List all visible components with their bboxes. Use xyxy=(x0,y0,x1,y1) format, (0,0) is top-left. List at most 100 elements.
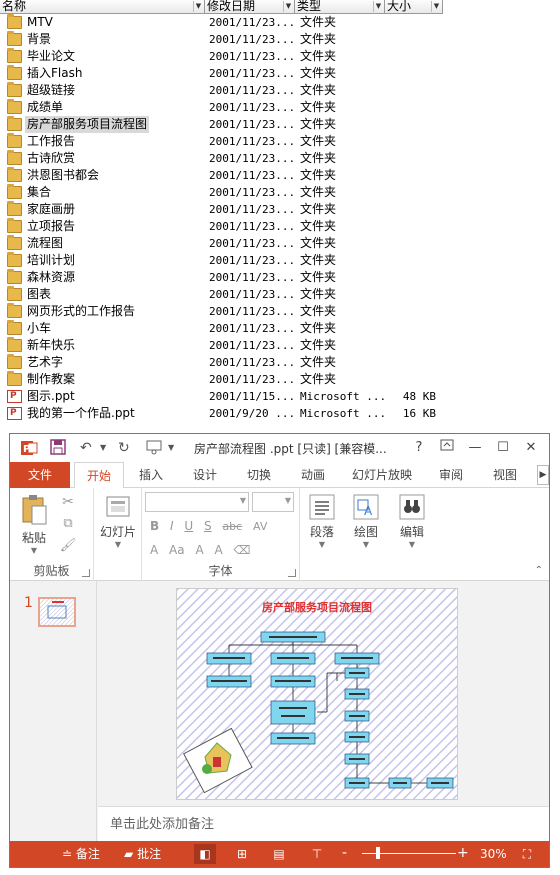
chevron-right-icon[interactable]: ▶ xyxy=(537,465,549,485)
undo-icon[interactable]: ↶ xyxy=(80,439,98,457)
start-slideshow-icon[interactable] xyxy=(146,439,166,457)
column-name[interactable]: 名称 ▼ xyxy=(0,0,205,14)
font-color-button[interactable]: A xyxy=(150,543,158,557)
shadow-button[interactable]: S xyxy=(204,519,212,533)
customize-qat-icon[interactable]: ▼ xyxy=(168,439,178,457)
chevron-down-icon[interactable]: ▼ xyxy=(18,546,50,555)
list-item[interactable]: 网页形式的工作报告 2001/11/23... 文件夹 xyxy=(0,303,560,320)
zoom-in-button[interactable]: + xyxy=(457,845,469,861)
character-spacing-button[interactable]: AV xyxy=(253,520,267,533)
list-item[interactable]: 古诗欣赏 2001/11/23... 文件夹 xyxy=(0,150,560,167)
chevron-down-icon[interactable]: ▼ xyxy=(431,1,441,12)
list-item[interactable]: 新年快乐 2001/11/23... 文件夹 xyxy=(0,337,560,354)
list-item[interactable]: 背景 2001/11/23... 文件夹 xyxy=(0,31,560,48)
tab-transitions[interactable]: 切换 xyxy=(238,462,280,488)
font-size-combo[interactable]: ▼ xyxy=(252,492,294,512)
chevron-down-icon[interactable]: ▼ xyxy=(394,540,430,549)
bold-button[interactable]: B xyxy=(150,519,159,533)
list-item[interactable]: 工作报告 2001/11/23... 文件夹 xyxy=(0,133,560,150)
font-group-label: 字体 xyxy=(208,564,233,578)
copy-icon[interactable]: ⧉ xyxy=(58,516,78,531)
editing-button[interactable]: 编辑 ▼ xyxy=(394,494,430,549)
restore-button[interactable]: ☐ xyxy=(494,439,512,457)
list-item[interactable]: 集合 2001/11/23... 文件夹 xyxy=(0,184,560,201)
list-item[interactable]: 小车 2001/11/23... 文件夹 xyxy=(0,320,560,337)
chevron-down-icon[interactable]: ▼ xyxy=(285,496,291,505)
list-item[interactable]: 成绩单 2001/11/23... 文件夹 xyxy=(0,99,560,116)
list-item[interactable]: 插入Flash 2001/11/23... 文件夹 xyxy=(0,65,560,82)
list-item[interactable]: 家庭画册 2001/11/23... 文件夹 xyxy=(0,201,560,218)
chevron-down-icon[interactable]: ▼ xyxy=(373,1,383,12)
file-type: 文件夹 xyxy=(300,338,337,352)
list-item[interactable]: 超级链接 2001/11/23... 文件夹 xyxy=(0,82,560,99)
notes-toggle[interactable]: ≐ 备注 xyxy=(62,846,100,862)
format-painter-icon[interactable]: 🖌 xyxy=(58,538,78,553)
chevron-down-icon[interactable]: ▼ xyxy=(304,540,340,549)
ribbon-display-options-icon[interactable] xyxy=(438,439,456,457)
list-item[interactable]: 毕业论文 2001/11/23... 文件夹 xyxy=(0,48,560,65)
zoom-level[interactable]: 30% xyxy=(480,846,507,862)
list-item[interactable]: 培训计划 2001/11/23... 文件夹 xyxy=(0,252,560,269)
chevron-down-icon[interactable]: ▼ xyxy=(98,540,138,549)
list-item[interactable]: 洪恩图书都会 2001/11/23... 文件夹 xyxy=(0,167,560,184)
help-button[interactable]: ? xyxy=(410,439,428,457)
column-type[interactable]: 类型 ▼ xyxy=(295,0,385,14)
redo-icon[interactable]: ↻ xyxy=(118,439,136,457)
clear-formatting-icon[interactable]: ⌫ xyxy=(234,543,251,557)
collapse-ribbon-icon[interactable]: ⌃ xyxy=(535,565,543,576)
tab-review[interactable]: 审阅 xyxy=(430,462,472,488)
close-button[interactable]: ✕ xyxy=(522,439,540,457)
underline-button[interactable]: U xyxy=(184,519,193,533)
tab-home[interactable]: 开始 xyxy=(74,462,124,489)
slide-canvas[interactable]: 房产部服务项目流程图 xyxy=(176,588,458,800)
list-item[interactable]: 制作教案 2001/11/23... 文件夹 xyxy=(0,371,560,388)
save-icon[interactable] xyxy=(50,439,68,457)
zoom-out-button[interactable]: - xyxy=(342,845,347,861)
tab-insert[interactable]: 插入 xyxy=(130,462,172,488)
slideshow-view-icon[interactable]: ⊤ xyxy=(306,844,328,864)
tab-design[interactable]: 设计 xyxy=(184,462,226,488)
list-item[interactable]: 图表 2001/11/23... 文件夹 xyxy=(0,286,560,303)
zoom-slider-knob[interactable] xyxy=(376,847,380,859)
strikethrough-button[interactable]: abc xyxy=(222,520,242,533)
list-item[interactable]: 流程图 2001/11/23... 文件夹 xyxy=(0,235,560,252)
list-item[interactable]: 艺术字 2001/11/23... 文件夹 xyxy=(0,354,560,371)
normal-view-icon[interactable]: ◧ xyxy=(194,844,216,864)
paste-button[interactable]: 粘贴 ▼ xyxy=(18,494,50,555)
tab-slideshow[interactable]: 幻灯片放映 xyxy=(344,462,420,488)
slide-sorter-icon[interactable]: ⊞ xyxy=(231,844,253,864)
tab-view[interactable]: 视图 xyxy=(484,462,526,488)
column-size[interactable]: 大小 ▼ xyxy=(385,0,443,14)
reading-view-icon[interactable]: ▤ xyxy=(268,844,290,864)
chevron-down-icon[interactable]: ▼ xyxy=(100,439,110,457)
decrease-font-button[interactable]: A xyxy=(214,543,222,557)
italic-button[interactable]: I xyxy=(170,519,174,533)
paragraph-button[interactable]: 段落 ▼ xyxy=(304,494,340,549)
column-modified[interactable]: 修改日期 ▼ xyxy=(205,0,295,14)
comments-toggle[interactable]: ▰ 批注 xyxy=(124,846,161,862)
drawing-button[interactable]: A 绘图 ▼ xyxy=(348,494,384,549)
tab-file[interactable]: 文件 xyxy=(10,462,70,488)
new-slide-button[interactable]: 幻灯片 ▼ xyxy=(98,494,138,549)
chevron-down-icon[interactable]: ▼ xyxy=(193,1,203,12)
change-case-button[interactable]: Aa xyxy=(169,543,185,557)
list-item[interactable]: 房产部服务项目流程图 2001/11/23... 文件夹 xyxy=(0,116,560,133)
list-item[interactable]: 森林资源 2001/11/23... 文件夹 xyxy=(0,269,560,286)
dialog-launcher-icon[interactable] xyxy=(82,569,90,577)
slide-thumbnail[interactable] xyxy=(38,597,76,627)
chevron-down-icon[interactable]: ▼ xyxy=(348,540,384,549)
chevron-down-icon[interactable]: ▼ xyxy=(240,496,246,505)
list-item[interactable]: 我的第一个作品.ppt 2001/9/20 ... Microsoft ... 16 … xyxy=(0,405,560,422)
increase-font-button[interactable]: A xyxy=(195,543,203,557)
chevron-down-icon[interactable]: ▼ xyxy=(283,1,293,12)
notes-pane[interactable]: 单击此处添加备注 xyxy=(98,806,549,841)
dialog-launcher-icon[interactable] xyxy=(288,569,296,577)
font-name-combo[interactable]: ▼ xyxy=(145,492,249,512)
list-item[interactable]: MTV 2001/11/23... 文件夹 xyxy=(0,14,560,31)
list-item[interactable]: 立项报告 2001/11/23... 文件夹 xyxy=(0,218,560,235)
minimize-button[interactable]: — xyxy=(466,439,484,457)
fit-to-window-icon[interactable]: ⛶ xyxy=(516,844,538,864)
tab-animations[interactable]: 动画 xyxy=(292,462,334,488)
list-item[interactable]: 图示.ppt 2001/11/15... Microsoft ... 48 KB xyxy=(0,388,560,405)
cut-icon[interactable]: ✂ xyxy=(58,494,78,510)
